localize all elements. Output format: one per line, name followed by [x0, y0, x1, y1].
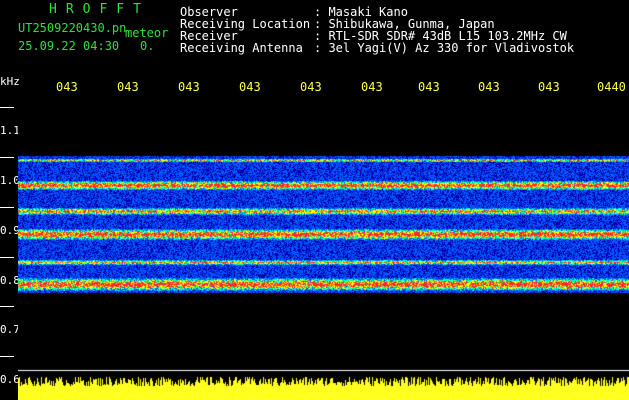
waterfall-spectrogram	[18, 96, 629, 400]
y-tick-mark	[0, 107, 14, 108]
y-tick-mark	[0, 207, 14, 208]
x-axis-ticks: 043 043 043 043 043 043 043 043 043 0440	[0, 0, 629, 100]
x-tick: 043	[178, 80, 200, 94]
x-tick: 0440	[597, 80, 626, 94]
y-tick-mark	[0, 356, 14, 357]
x-tick: 043	[538, 80, 560, 94]
y-tick-mark	[0, 306, 14, 307]
x-tick: 043	[117, 80, 139, 94]
x-tick: 043	[56, 80, 78, 94]
y-tick-label: 0.7	[0, 323, 20, 336]
y-tick-label: 1.1	[0, 124, 20, 137]
x-tick: 043	[239, 80, 261, 94]
x-tick: 043	[418, 80, 440, 94]
x-tick: 043	[361, 80, 383, 94]
y-tick-label: 0.6	[0, 373, 20, 386]
y-tick-mark	[0, 157, 14, 158]
x-tick: 043	[478, 80, 500, 94]
x-tick: 043	[300, 80, 322, 94]
y-tick-label: 0.8	[0, 274, 20, 287]
y-tick-label: 1.0	[0, 174, 20, 187]
y-tick-mark	[0, 257, 14, 258]
hroftt-spectrogram-window: { "header": { "brand": "HROFFT", "file_n…	[0, 0, 629, 400]
y-tick-label: 0.9	[0, 224, 20, 237]
